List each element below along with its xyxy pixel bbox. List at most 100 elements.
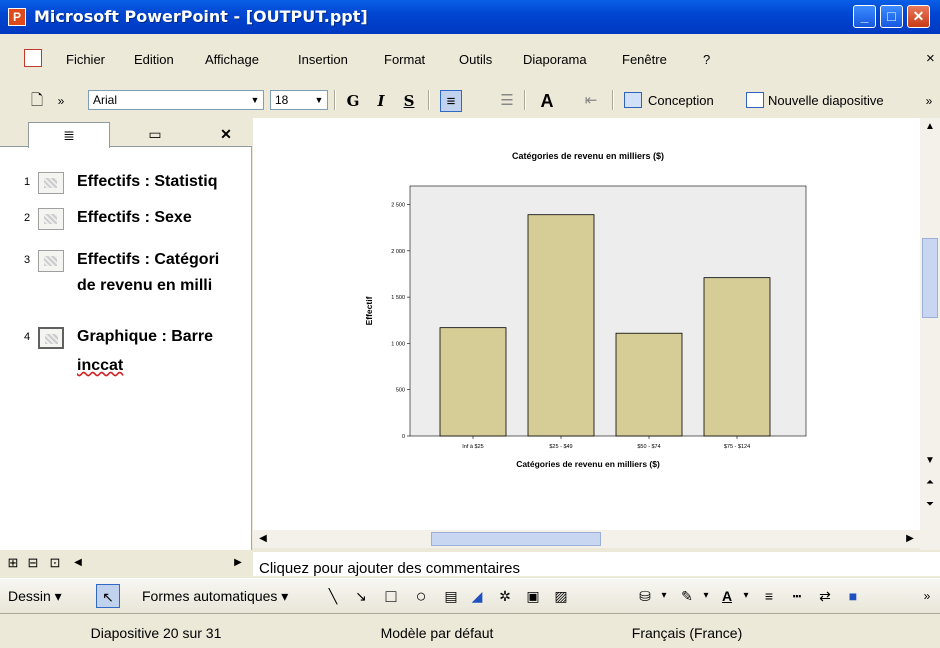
toolbar-overflow-icon[interactable]: » xyxy=(918,90,940,112)
outline-item[interactable]: 4 Graphique : Barre inccat xyxy=(0,323,252,379)
scroll-left-icon[interactable]: ◀ xyxy=(70,554,86,572)
close-panel-icon[interactable]: ✕ xyxy=(206,122,246,146)
menu-format[interactable]: Format xyxy=(384,52,425,67)
design-button[interactable]: Conception xyxy=(648,93,714,108)
menu-insertion[interactable]: Insertion xyxy=(298,52,348,67)
outline-title: Effectifs : Catégori xyxy=(77,251,220,268)
vertical-scrollbar[interactable]: ▲ ▼ ⏶ ⏷ xyxy=(920,118,940,550)
x-tick-label: $25 - $49 xyxy=(549,444,572,450)
chevron-down-icon[interactable]: ▼ xyxy=(311,91,327,109)
powerpoint-app-icon[interactable]: P xyxy=(8,8,26,26)
clipart-icon[interactable]: ▣ xyxy=(522,584,544,608)
new-slide-button[interactable]: Nouvelle diapositive xyxy=(768,93,884,108)
menu-edition[interactable]: Edition xyxy=(134,52,174,67)
shadow-style-icon[interactable]: ■ xyxy=(842,584,864,608)
decrease-indent-icon[interactable]: ⇤ xyxy=(580,90,602,112)
scroll-right-icon[interactable]: ▶ xyxy=(902,530,918,548)
rectangle-icon[interactable]: □ xyxy=(380,584,402,608)
new-slide-icon xyxy=(746,92,764,108)
toolbar-overflow-icon[interactable]: » xyxy=(918,584,936,608)
y-tick-label: 0 xyxy=(402,434,405,440)
dash-style-icon[interactable]: ┅ xyxy=(786,584,808,608)
menu-affichage[interactable]: Affichage xyxy=(205,52,259,67)
horizontal-scrollbar[interactable]: ◀ ▶ xyxy=(253,530,920,548)
next-slide-icon[interactable]: ⏷ xyxy=(922,496,938,514)
bold-button[interactable]: G xyxy=(342,90,364,112)
new-document-icon[interactable]: 🗋 xyxy=(26,90,48,112)
slide-icon xyxy=(38,208,64,230)
status-template: Modèle par défaut xyxy=(380,625,494,641)
outline-title: Effectifs : Sexe xyxy=(77,209,192,226)
autoshapes-button[interactable]: Formes automatiques ▾ xyxy=(142,584,288,608)
menu-diaporama[interactable]: Diaporama xyxy=(523,52,587,67)
italic-button[interactable]: I xyxy=(370,90,392,112)
notes-placeholder: Cliquez pour ajouter des commentaires xyxy=(259,560,520,576)
chevron-down-icon[interactable]: ▼ xyxy=(247,91,263,109)
maximize-button[interactable]: □ xyxy=(880,5,903,28)
slide-number: 3 xyxy=(24,254,31,266)
diagram-icon[interactable]: ✲ xyxy=(494,584,516,608)
scroll-right-icon[interactable]: ▶ xyxy=(230,554,246,572)
close-document-icon[interactable]: × xyxy=(926,50,935,67)
draw-menu-button[interactable]: Dessin ▾ xyxy=(8,584,62,608)
previous-slide-icon[interactable]: ⏶ xyxy=(922,474,938,492)
outline-item[interactable]: 3 Effectifs : Catégori de revenu en mill… xyxy=(0,246,252,302)
minimize-button[interactable]: _ xyxy=(853,5,876,28)
menu-help[interactable]: ? xyxy=(703,52,710,67)
slide-pane[interactable]: Catégories de revenu en milliers ($) Caté… xyxy=(253,118,920,530)
outline-item[interactable]: 2 Effectifs : Sexe xyxy=(0,204,252,234)
slideshow-view-icon[interactable]: ⊡ xyxy=(44,552,66,574)
fill-color-icon[interactable]: ⛁ xyxy=(634,584,656,608)
close-window-button[interactable]: ✕ xyxy=(907,5,930,28)
line-color-icon[interactable]: ✎ xyxy=(676,584,698,608)
tab-outline[interactable]: ≣ xyxy=(28,122,110,148)
insert-picture-icon[interactable]: ▨ xyxy=(550,584,572,608)
menu-outils[interactable]: Outils xyxy=(459,52,492,67)
font-name-value: Arial xyxy=(93,93,118,107)
font-color-icon[interactable]: A xyxy=(716,584,738,608)
x-tick-label: $50 - $74 xyxy=(637,444,660,450)
chevron-down-icon[interactable]: ▾ xyxy=(740,584,752,608)
slide-canvas[interactable]: Catégories de revenu en milliers ($) Caté… xyxy=(356,144,816,476)
chevron-down-icon[interactable]: ▾ xyxy=(700,584,712,608)
scroll-up-icon[interactable]: ▲ xyxy=(922,118,938,136)
font-name-combo[interactable]: Arial ▼ xyxy=(88,90,264,110)
toolbar-separator xyxy=(612,90,614,110)
arrow-style-icon[interactable]: ⇄ xyxy=(814,584,836,608)
line-style-icon[interactable]: ≡ xyxy=(758,584,780,608)
bullets-icon[interactable]: ☰ xyxy=(496,90,518,112)
menu-fichier[interactable]: Fichier xyxy=(66,52,105,67)
bar xyxy=(615,332,683,437)
tab-slides[interactable]: ▭ xyxy=(115,122,195,146)
toolbar-overflow-icon[interactable]: » xyxy=(50,90,72,112)
chart-title: Catégories de revenu en milliers ($) xyxy=(512,151,664,161)
font-size-combo[interactable]: 18 ▼ xyxy=(270,90,328,110)
select-pointer-icon[interactable]: ↖ xyxy=(96,584,120,608)
scroll-left-icon[interactable]: ◀ xyxy=(255,530,271,548)
notes-pane[interactable]: Cliquez pour ajouter des commentaires xyxy=(253,552,940,576)
slide-sorter-view-icon[interactable]: ⊟ xyxy=(22,552,44,574)
line-icon[interactable]: ╲ xyxy=(322,584,344,608)
font-size-value: 18 xyxy=(275,93,289,107)
slide-icon xyxy=(38,327,64,349)
text-box-icon[interactable]: ▤ xyxy=(440,584,462,608)
normal-view-icon[interactable]: ⊞ xyxy=(2,552,24,574)
scroll-thumb[interactable] xyxy=(922,238,938,318)
bar-chart[interactable]: Catégories de revenu en milliers ($) Caté… xyxy=(356,144,816,476)
x-tick-label: $75 - $124 xyxy=(724,444,750,450)
outline-item[interactable]: 1 Effectifs : Statistiq xyxy=(0,168,252,198)
increase-font-size-icon[interactable]: A xyxy=(536,90,558,112)
oval-icon[interactable]: ○ xyxy=(410,584,432,608)
align-left-icon[interactable]: ≡ xyxy=(440,90,462,112)
menu-fenetre[interactable]: Fenêtre xyxy=(622,52,667,67)
wordart-icon[interactable]: ◢ xyxy=(466,584,488,608)
scroll-thumb[interactable] xyxy=(431,532,601,546)
scroll-down-icon[interactable]: ▼ xyxy=(922,452,938,470)
y-tick-label: 500 xyxy=(396,388,405,394)
arrow-icon[interactable]: ↘ xyxy=(350,584,372,608)
chevron-down-icon[interactable]: ▾ xyxy=(658,584,670,608)
underline-button[interactable]: S xyxy=(398,90,420,112)
document-icon[interactable] xyxy=(24,49,42,67)
panel-tabs: ≣ ▭ ✕ xyxy=(0,118,252,148)
status-bar: Diapositive 20 sur 31 Modèle par défaut … xyxy=(0,616,940,648)
